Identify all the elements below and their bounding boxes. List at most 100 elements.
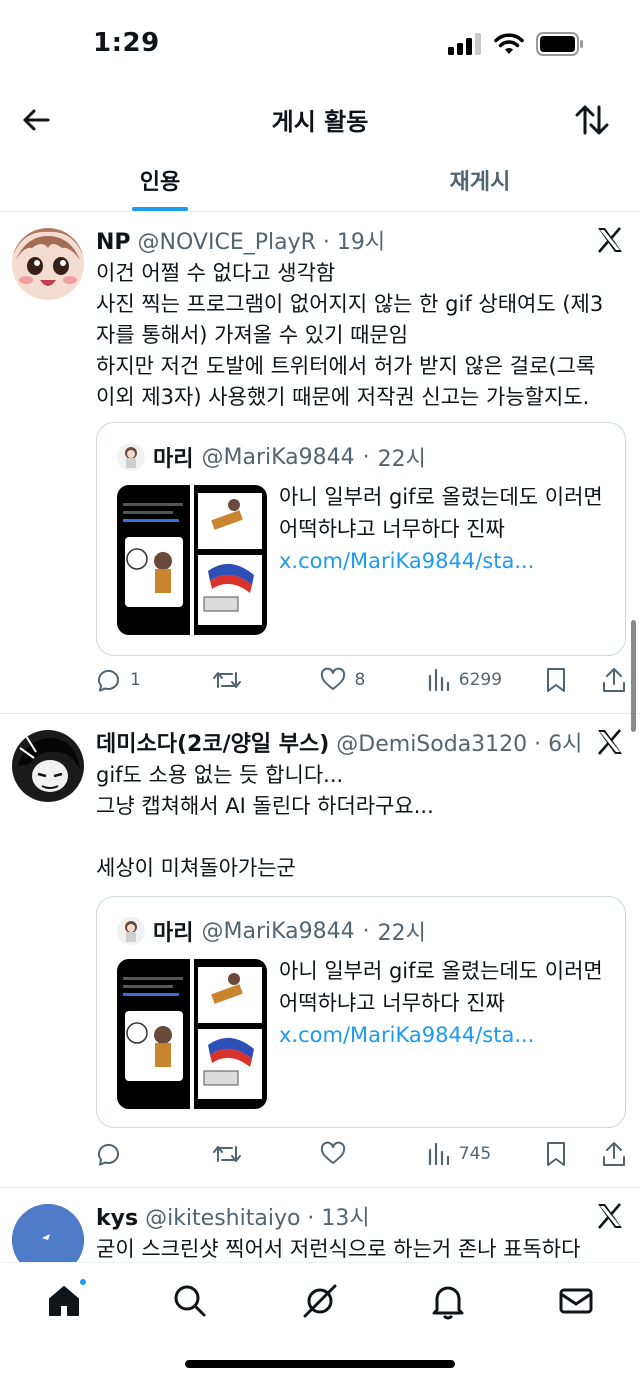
tab-quotes[interactable]: 인용 (0, 152, 320, 211)
bell-icon (432, 1286, 464, 1320)
nav-home[interactable] (44, 1277, 88, 1321)
quoted-post-header: 마리 @MariKa9844 · 22시 (117, 915, 426, 947)
post-actions: 745 (96, 1138, 626, 1170)
quoted-handle: @MariKa9844 (201, 444, 355, 470)
share-button[interactable] (602, 1141, 626, 1167)
reply-icon (98, 1143, 119, 1166)
like-count: 8 (354, 670, 366, 690)
avatar[interactable] (12, 228, 84, 300)
reply-button[interactable] (96, 1141, 212, 1167)
bottom-nav (0, 1262, 640, 1387)
handle[interactable]: @NOVICE_PlayR (138, 230, 316, 255)
quoted-text-block: 아니 일부러 gif로 올렸는데도 이러면 어떡하냐고 너무하다 진짜 x.co… (279, 955, 611, 1051)
quoted-text-block: 아니 일부러 gif로 올렸는데도 이러면 어떡하냐고 너무하다 진짜 x.co… (279, 481, 611, 577)
avatar[interactable] (12, 1204, 84, 1268)
media-thumbnail (117, 959, 190, 1109)
repost-button[interactable] (212, 667, 320, 693)
wifi-icon (494, 33, 524, 54)
quoted-media[interactable] (117, 485, 267, 635)
quoted-display-name: 마리 (153, 447, 194, 472)
media-thumbnail (194, 485, 267, 635)
bookmark-button[interactable] (545, 1141, 602, 1167)
share-icon (602, 668, 625, 692)
post-text: 이건 어쩔 수 없다고 생각함 사진 찍는 프로그램이 없어지지 않는 한 gi… (96, 261, 604, 409)
quoted-post-header: 마리 @MariKa9844 · 22시 (117, 441, 426, 473)
reply-count: 1 (130, 670, 141, 690)
x-logo-icon (598, 729, 622, 755)
media-thumbnail (194, 959, 267, 1109)
quoted-text: 아니 일부러 gif로 올렸는데도 이러면 어떡하냐고 너무하다 진짜 (279, 485, 603, 541)
bookmark-icon (546, 1142, 565, 1166)
post-actions: 1 8 6299 (96, 664, 626, 696)
x-logo-icon (598, 227, 622, 253)
views-icon (428, 1142, 449, 1166)
like-button[interactable]: 8 (320, 667, 426, 693)
views-button[interactable]: 6299 (427, 668, 545, 692)
quoted-post[interactable]: 마리 @MariKa9844 · 22시 아니 일부러 gif로 올렸는데도 이… (96, 896, 626, 1128)
repost-icon (213, 672, 242, 688)
like-button[interactable] (320, 1141, 426, 1167)
handle[interactable]: @ikiteshitaiyo (145, 1206, 300, 1231)
scrollbar[interactable] (631, 620, 636, 732)
post[interactable]: 데미소다(2코/양일 부스) @DemiSoda3120 · 6시 gif도 소… (0, 714, 640, 1188)
sort-icon[interactable] (572, 100, 612, 140)
heart-icon (321, 1141, 346, 1164)
post[interactable]: kys @ikiteshitaiyo · 13시 굳이 스크린샷 찍어서 저런식… (0, 1188, 640, 1268)
home-icon (49, 1286, 79, 1316)
quoted-link[interactable]: x.com/MariKa9844/sta... (279, 545, 611, 577)
quoted-avatar (117, 443, 145, 471)
share-button[interactable] (602, 667, 626, 693)
post-time: 6시 (548, 732, 580, 757)
tab-label: 인용 (139, 170, 181, 195)
post-time: 19시 (336, 230, 386, 255)
display-name[interactable]: kys (96, 1206, 138, 1231)
bookmark-icon (546, 668, 565, 692)
post-text: gif도 소용 없는 듯 합니다... 그냥 캡쳐해서 AI 돌린다 하더라구요… (96, 763, 434, 880)
mail-icon (559, 1288, 593, 1314)
post-header: NP @NOVICE_PlayR · 19시 (96, 230, 386, 255)
repost-button[interactable] (212, 1141, 320, 1167)
share-icon (602, 1142, 625, 1166)
post-time: 13시 (321, 1206, 370, 1231)
notification-dot (78, 1277, 88, 1287)
view-count: 6299 (458, 670, 503, 690)
quoted-post[interactable]: 마리 @MariKa9844 · 22시 아니 일부러 gif로 올렸는데도 이… (96, 422, 626, 656)
header: 게시 활동 (0, 88, 640, 152)
tab-reposts[interactable]: 재게시 (320, 152, 640, 211)
status-time: 1:29 (93, 28, 160, 58)
quoted-media[interactable] (117, 959, 267, 1109)
handle[interactable]: @DemiSoda3120 (336, 732, 527, 757)
media-thumbnail (117, 485, 190, 635)
quoted-handle: @MariKa9844 (201, 918, 355, 944)
active-tab-indicator (132, 207, 188, 211)
tab-label: 재게시 (449, 170, 511, 195)
nav-messages[interactable] (556, 1281, 596, 1321)
post[interactable]: NP @NOVICE_PlayR · 19시 이건 어쩔 수 없다고 생각함 사… (0, 212, 640, 714)
post-header: 데미소다(2코/양일 부스) @DemiSoda3120 · 6시 (96, 726, 580, 758)
nav-grok[interactable] (300, 1281, 340, 1321)
signal-icon (448, 33, 481, 55)
reply-button[interactable]: 1 (96, 667, 212, 693)
view-count: 745 (458, 1144, 492, 1164)
nav-search[interactable] (170, 1281, 210, 1321)
avatar[interactable] (12, 730, 84, 802)
post-text: 굳이 스크린샷 찍어서 저런식으로 하는거 존나 표독하다 (96, 1237, 581, 1261)
heart-icon (321, 667, 346, 690)
quoted-avatar (117, 917, 145, 945)
page-title: 게시 활동 (271, 108, 369, 136)
battery-icon (536, 32, 583, 56)
quoted-link[interactable]: x.com/MariKa9844/sta... (279, 1019, 611, 1051)
search-icon (174, 1285, 206, 1317)
tab-bar: 인용 재게시 (0, 152, 640, 212)
quoted-time: 22시 (377, 447, 426, 472)
nav-notifications[interactable] (428, 1281, 468, 1321)
display-name[interactable]: NP (96, 230, 131, 255)
repost-icon (213, 1146, 242, 1162)
home-indicator (185, 1360, 455, 1368)
bookmark-button[interactable] (545, 667, 602, 693)
quoted-display-name: 마리 (153, 921, 194, 946)
post-header: kys @ikiteshitaiyo · 13시 (96, 1206, 370, 1231)
views-button[interactable]: 745 (427, 1142, 545, 1166)
quoted-time: 22시 (377, 921, 426, 946)
display-name[interactable]: 데미소다(2코/양일 부스) (96, 732, 329, 757)
